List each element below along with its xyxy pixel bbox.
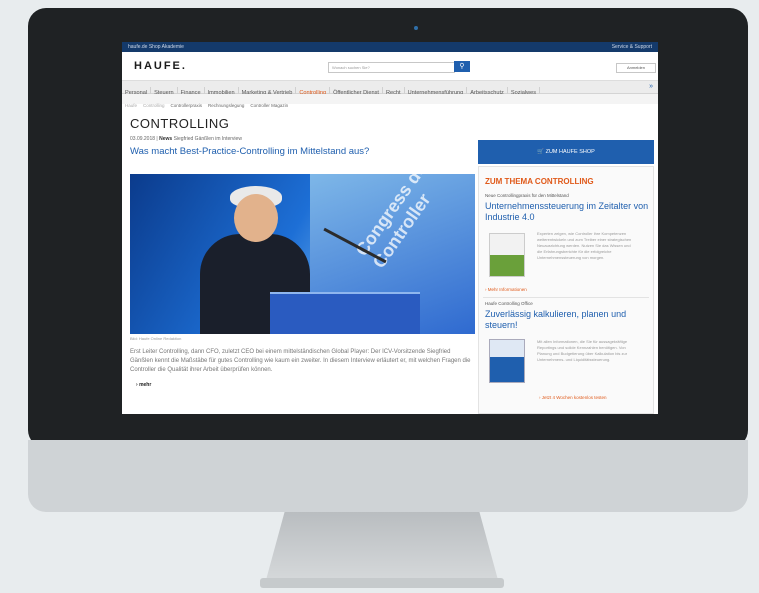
- chevron-right-icon[interactable]: »: [646, 81, 656, 93]
- subnav-rechnungslegung[interactable]: Rechnungslegung: [205, 101, 247, 111]
- top-bar: haufe.de Shop Akademie Service & Support: [122, 42, 658, 52]
- monitor-stand: [266, 512, 498, 580]
- site-header: HAUFE. Wonach suchen Sie? ⚲ Anmelden: [122, 52, 658, 81]
- promo2-label: Haufe Controlling Office: [485, 301, 533, 306]
- more-label: mehr: [139, 382, 152, 388]
- promo2-text: Mit allen Informationen, die Sie für aus…: [537, 339, 628, 362]
- search-input[interactable]: Wonach suchen Sie?: [328, 62, 455, 73]
- promo1-link[interactable]: › Mehr Informationen: [485, 287, 527, 292]
- article-date: 03.09.2018 |: [130, 136, 158, 142]
- page-title: CONTROLLING: [130, 116, 230, 131]
- search-button[interactable]: ⚲: [454, 61, 470, 72]
- promo2-link[interactable]: › Jetzt 4 Wochen kostenlos testen: [539, 395, 606, 400]
- breadcrumb-home[interactable]: Haufe: [122, 101, 140, 111]
- photo-caption: Bild: Haufe Online Redaktion: [130, 336, 182, 341]
- login-button[interactable]: Anmelden: [616, 63, 656, 73]
- monitor-base: [260, 578, 504, 588]
- service-link[interactable]: Service & Support: [612, 44, 652, 50]
- book-cover-icon[interactable]: [489, 233, 525, 277]
- article-subtitle: Siegfried Gänßlen im Interview: [173, 136, 242, 142]
- article-meta: 03.09.2018 | News Siegfried Gänßlen im I…: [130, 136, 242, 142]
- speaker-head: [234, 194, 278, 242]
- haufe-logo[interactable]: HAUFE.: [134, 60, 187, 72]
- sidebar-divider: [483, 297, 649, 298]
- sidebar-panel: ZUM THEMA CONTROLLING Neue Controllingpr…: [478, 166, 654, 414]
- promo2-title[interactable]: Zuverlässig kalkulieren, planen und steu…: [485, 309, 649, 331]
- article-headline[interactable]: Was macht Best-Practice-Controlling im M…: [130, 146, 369, 157]
- more-link[interactable]: › mehr: [136, 382, 151, 388]
- article-photo[interactable]: Congress der Controller: [130, 174, 475, 334]
- sidebar-title: ZUM THEMA CONTROLLING: [485, 177, 594, 186]
- search-icon: ⚲: [459, 63, 465, 70]
- subnav-controllerpraxis[interactable]: Controllerpraxis: [168, 101, 206, 111]
- promo1-title[interactable]: Unternehmenssteuerung im Zeitalter von I…: [485, 201, 649, 223]
- promo1-link-label: Mehr Informationen: [487, 287, 527, 292]
- subnav-controller-magazin[interactable]: Controller Magazin: [247, 101, 291, 111]
- monitor-chin: [28, 440, 748, 512]
- cart-icon: 🛒: [537, 149, 546, 155]
- shop-button-label: ZUM HAUFE SHOP: [545, 149, 595, 155]
- promo1-text: Experten zeigen, wie Controller ihre Kom…: [537, 231, 632, 260]
- shop-button[interactable]: 🛒 ZUM HAUFE SHOP: [478, 140, 654, 164]
- article-teaser: Erst Leiter Controlling, dann CFO, zulet…: [130, 349, 471, 373]
- topbar-links[interactable]: haufe.de Shop Akademie: [128, 44, 184, 50]
- camera-icon: [414, 26, 418, 30]
- monitor-screen: haufe.de Shop Akademie Service & Support…: [122, 42, 658, 414]
- article-type: News: [159, 136, 173, 142]
- promo1-label: Neue Controllingpraxis für den Mittelsta…: [485, 193, 569, 198]
- promo2-link-label: Jetzt 4 Wochen kostenlos testen: [541, 395, 607, 400]
- breadcrumb: Haufe Controlling Controllerpraxis Rechnung…: [122, 94, 658, 108]
- podium: [270, 292, 420, 334]
- software-box-icon[interactable]: [489, 339, 525, 383]
- breadcrumb-controlling[interactable]: Controlling: [140, 101, 168, 111]
- main-nav: Personal Steuern Finance Immobilien Marketin…: [122, 81, 658, 99]
